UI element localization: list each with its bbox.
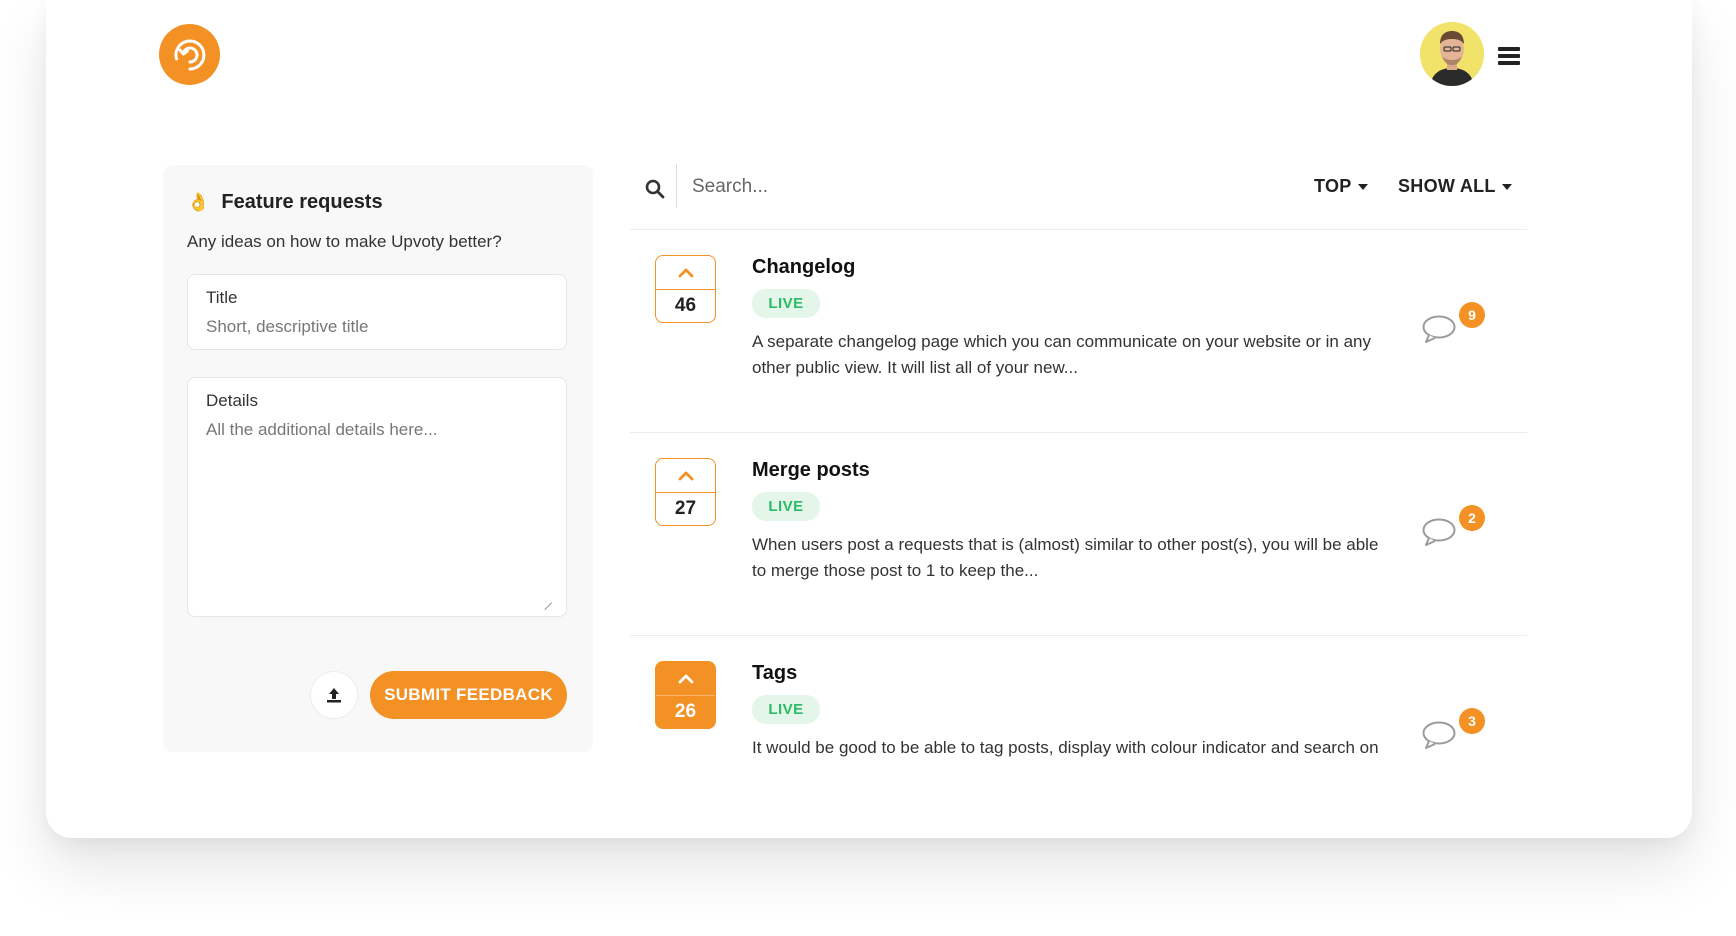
upvote-arrow (656, 459, 715, 493)
panel-title: 👌 Feature requests (187, 191, 383, 214)
upvoty-logo[interactable] (159, 24, 220, 85)
panel-subtitle: Any ideas on how to make Upvoty better? (187, 232, 502, 251)
title-field-label: Title (206, 288, 238, 307)
comment-count-badge: 3 (1459, 708, 1485, 734)
user-avatar[interactable] (1420, 22, 1484, 86)
post-title[interactable]: Merge posts (752, 459, 870, 482)
panel-title-text: Feature requests (221, 191, 383, 213)
status-badge: LIVE (752, 289, 820, 318)
hamburger-menu-icon[interactable] (1498, 47, 1520, 65)
details-field[interactable]: Details (187, 377, 567, 617)
comment-bubble-icon (1422, 315, 1456, 343)
post-title[interactable]: Tags (752, 662, 797, 685)
comment-bubble-icon (1422, 518, 1456, 546)
search-bar: TOP SHOW ALL (630, 160, 1527, 230)
avatar-image (1420, 22, 1484, 86)
feedback-form-panel: 👌 Feature requests Any ideas on how to m… (163, 165, 593, 752)
chevron-up-icon (678, 674, 693, 683)
sort-dropdown[interactable]: TOP (1314, 176, 1368, 197)
comment-count-badge: 9 (1459, 302, 1485, 328)
title-field[interactable]: Title (187, 274, 567, 350)
upvote-button[interactable]: 46 (655, 255, 716, 323)
post-title[interactable]: Changelog (752, 256, 855, 279)
post-description: A separate changelog page which you can … (752, 332, 1371, 377)
vote-count: 26 (674, 701, 697, 722)
search-input[interactable] (692, 172, 1192, 202)
comment-count-badge: 2 (1459, 505, 1485, 531)
comments-button[interactable]: 2 (1421, 505, 1491, 551)
caret-down-icon (1357, 183, 1368, 190)
submit-feedback-button[interactable]: SUBMIT FEEDBACK (370, 671, 567, 719)
vote-count: 27 (674, 498, 697, 519)
search-divider (676, 164, 677, 208)
comments-button[interactable]: 3 (1421, 708, 1491, 754)
status-badge: LIVE (752, 492, 820, 521)
status-badge: LIVE (752, 695, 820, 724)
upload-attachment-button[interactable] (310, 671, 358, 719)
chevron-up-icon (678, 471, 693, 480)
upload-icon (327, 688, 341, 703)
details-field-label: Details (206, 391, 258, 410)
post-item[interactable]: 46 Changelog LIVE A separate changelog p… (630, 230, 1527, 433)
comment-bubble-icon (1422, 721, 1456, 749)
post-description: It would be good to be able to tag posts… (752, 738, 1379, 757)
menu-line (1498, 54, 1520, 58)
vote-count: 46 (674, 295, 697, 316)
upvote-arrow (656, 256, 715, 290)
upvote-arrow (656, 662, 715, 696)
post-item[interactable]: 27 Merge posts LIVE When users post a re… (630, 433, 1527, 636)
sort-dropdown-label: TOP (1314, 176, 1352, 196)
upvote-button[interactable]: 26 (655, 661, 716, 729)
search-icon[interactable] (645, 179, 665, 199)
logo-swirl-icon (173, 39, 205, 70)
menu-line (1498, 47, 1520, 51)
caret-down-icon (1501, 183, 1512, 190)
menu-line (1498, 61, 1520, 65)
chevron-up-icon (678, 268, 693, 277)
title-input[interactable] (206, 315, 546, 339)
upvote-button[interactable]: 27 (655, 458, 716, 526)
comments-button[interactable]: 9 (1421, 302, 1491, 348)
show-filter-label: SHOW ALL (1398, 176, 1496, 196)
show-filter-dropdown[interactable]: SHOW ALL (1398, 176, 1512, 197)
ok-hand-icon: 👌 (187, 192, 210, 212)
post-item[interactable]: 26 Tags LIVE It would be good to be able… (630, 636, 1527, 839)
details-textarea[interactable] (206, 420, 546, 600)
post-description: When users post a requests that is (almo… (752, 535, 1379, 580)
